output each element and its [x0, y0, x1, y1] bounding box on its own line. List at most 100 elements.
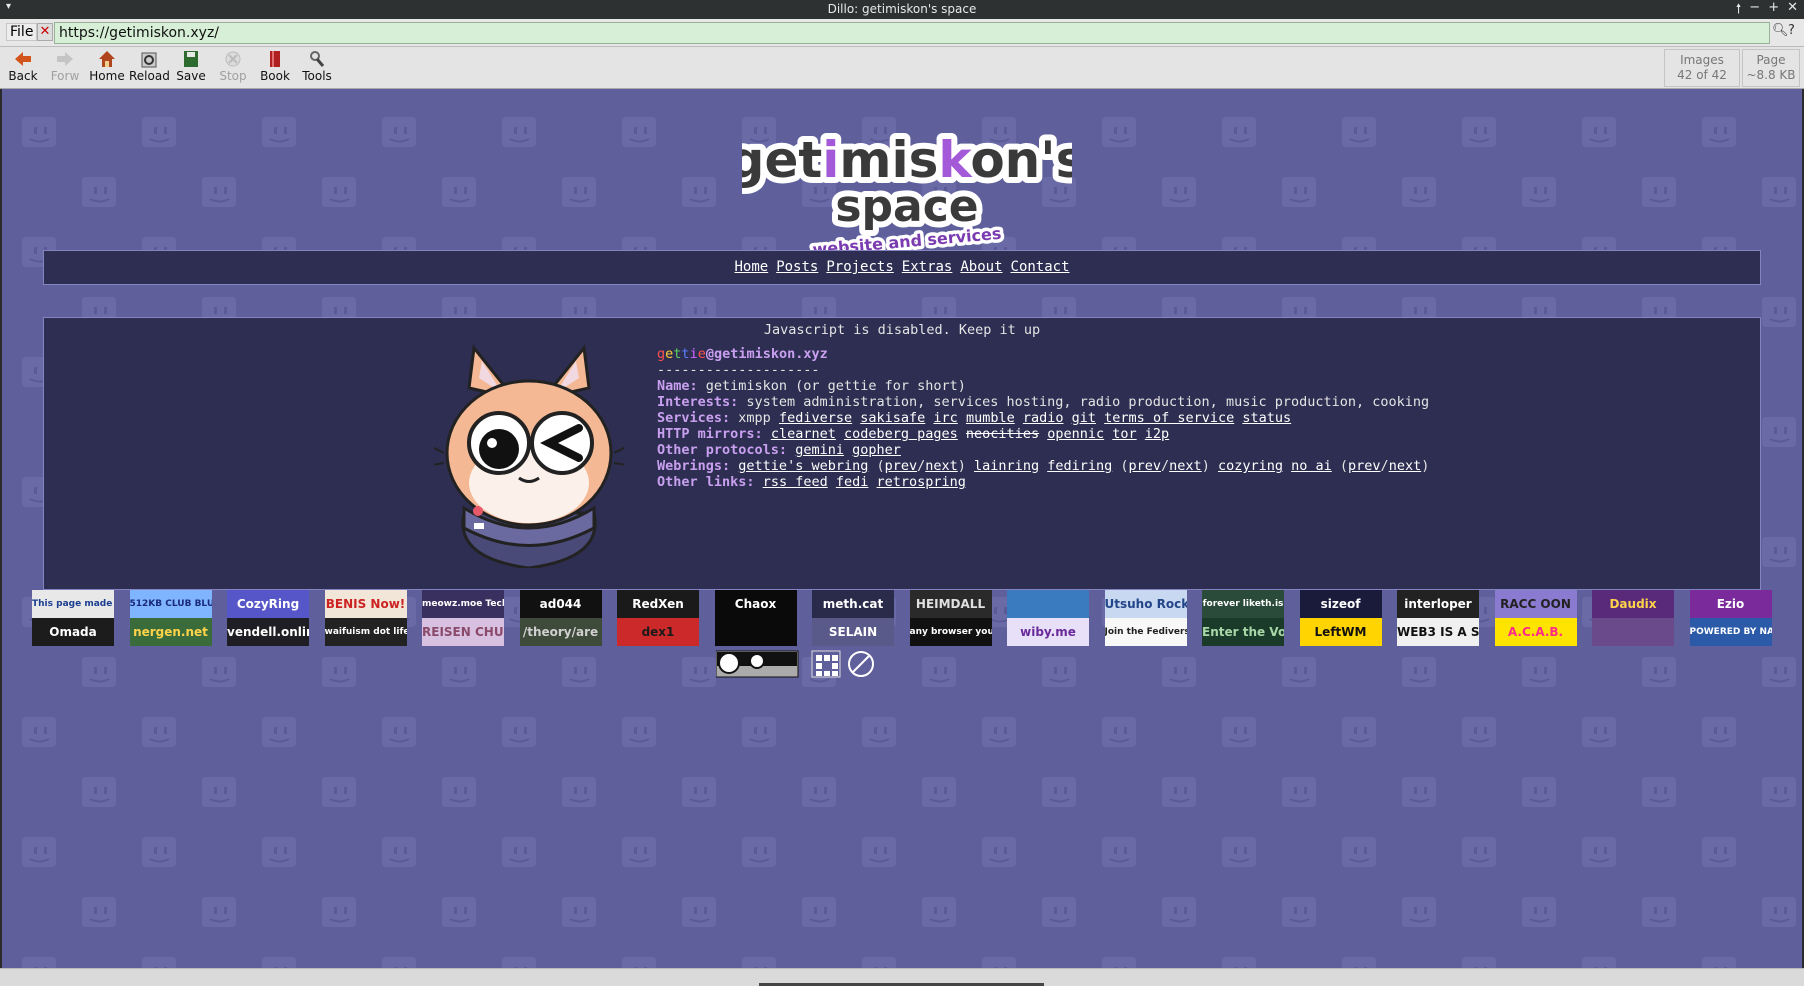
button-badge[interactable]: wiby.me — [1007, 590, 1089, 646]
service-link[interactable]: git — [1072, 410, 1096, 426]
bookmarks-button[interactable]: Book — [255, 49, 295, 87]
anti-symbol-badge[interactable] — [848, 651, 874, 677]
webring-link[interactable]: cozyring — [1218, 458, 1283, 474]
badge-bottom[interactable]: waifuism dot life — [324, 618, 407, 646]
badge-top[interactable]: forever liketh.is — [1202, 590, 1284, 618]
webring-link[interactable]: lainring — [974, 458, 1039, 474]
badge-bottom[interactable]: LeftWM — [1299, 618, 1382, 646]
nav-posts-link[interactable]: Posts — [776, 259, 818, 275]
search-icon[interactable]: 🔍︎ — [1772, 23, 1789, 41]
webring-next-link[interactable]: next — [925, 458, 958, 474]
protocol-link[interactable]: gemini — [795, 442, 844, 458]
badge-top[interactable]: 512KB CLUB BLUE TEAM — [129, 590, 212, 618]
service-link[interactable]: sakisafe — [860, 410, 925, 426]
badge-top[interactable]: Utsuho Rocks — [1104, 590, 1187, 618]
badge-top[interactable]: RedXen — [617, 590, 699, 618]
protocol-link[interactable]: gopher — [852, 442, 901, 458]
back-button[interactable]: Back — [3, 49, 43, 87]
service-link[interactable]: irc — [933, 410, 957, 426]
forward-button[interactable]: Forw — [45, 49, 85, 87]
badge-top[interactable]: Ezio — [1689, 590, 1772, 618]
button-badge[interactable]: This page made with GNU EmacsOmada — [32, 590, 114, 646]
webring-link[interactable]: gettie's webring — [738, 458, 868, 474]
button-badge[interactable]: RACC OON A.C.A.B. — [1494, 590, 1577, 646]
mirror-link[interactable]: neocities — [966, 426, 1039, 442]
badge-top[interactable]: RACC OON — [1494, 590, 1577, 618]
button-badge[interactable]: HEIMDALLany browser you like — [909, 590, 992, 646]
badge-top[interactable]: meth.cat — [812, 590, 894, 618]
badge-top[interactable]: ad044 — [519, 590, 602, 618]
button-badge[interactable]: RedXen dex1 — [617, 590, 699, 646]
button-badge[interactable]: meth.cat SELAIN — [812, 590, 894, 646]
badge-bottom[interactable]: any browser you like — [909, 618, 992, 646]
button-badge[interactable]: forever liketh.isEnter the Void — [1202, 590, 1284, 646]
badge-bottom[interactable]: dex1 — [617, 618, 699, 646]
badge-top[interactable]: Daudix — [1592, 590, 1674, 618]
button-badge[interactable]: Daudix — [1592, 590, 1674, 646]
badge-bottom[interactable]: A.C.A.B. — [1494, 618, 1577, 646]
file-menu[interactable]: File — [6, 23, 38, 41]
webring-next-link[interactable]: next — [1169, 458, 1202, 474]
badge-top[interactable]: Chaox — [714, 590, 797, 618]
button-badge[interactable]: BENIS Now! waifuism dot life — [324, 590, 407, 646]
badge-top[interactable]: HEIMDALL — [909, 590, 992, 618]
badge-bottom[interactable]: POWERED BY NAVI — [1689, 618, 1772, 646]
button-badge[interactable]: EzioPOWERED BY NAVI — [1689, 590, 1772, 646]
badge-bottom[interactable]: Join the Fediverse!! — [1104, 618, 1187, 646]
nav-about-link[interactable]: About — [960, 259, 1002, 275]
badge-bottom[interactable]: vendell.online — [227, 618, 309, 646]
badge-bottom[interactable]: Omada — [32, 618, 114, 646]
reload-button[interactable]: Reload — [129, 49, 170, 87]
webring-prev-link[interactable]: prev — [885, 458, 918, 474]
site-logo[interactable]: getimiskon's getimiskon's space space we… — [723, 125, 1092, 263]
other-link[interactable]: retrospring — [877, 474, 966, 490]
badge-bottom[interactable]: nergen.net — [129, 618, 212, 646]
mirror-link[interactable]: tor — [1112, 426, 1136, 442]
service-link[interactable]: radio — [1023, 410, 1064, 426]
webring-prev-link[interactable]: prev — [1348, 458, 1381, 474]
badge-top[interactable]: meowz.moe Tech & Waifus — [422, 590, 504, 618]
url-input[interactable] — [54, 22, 1770, 44]
service-link[interactable]: mumble — [966, 410, 1015, 426]
badge-bottom[interactable]: REISEN CHURCH — [422, 618, 504, 646]
service-link[interactable]: status — [1242, 410, 1291, 426]
grid-badge[interactable] — [811, 650, 841, 678]
webring-link[interactable]: fediring — [1047, 458, 1112, 474]
badge-top[interactable]: sizeof — [1299, 590, 1382, 618]
badge-bottom[interactable] — [714, 618, 797, 646]
help-icon[interactable]: ? — [1788, 23, 1802, 41]
badge-top[interactable] — [1007, 590, 1089, 618]
button-badge[interactable]: Utsuho RocksJoin the Fediverse!! — [1104, 590, 1187, 646]
service-link[interactable]: fediverse — [779, 410, 852, 426]
badge-top[interactable]: BENIS Now! — [324, 590, 407, 618]
cc-by-badge[interactable] — [716, 650, 799, 678]
badge-top[interactable]: interloper — [1397, 590, 1479, 618]
badge-top[interactable]: CozyRing — [227, 590, 309, 618]
badge-bottom[interactable]: WEB3 IS A SCAM — [1397, 618, 1479, 646]
badge-bottom[interactable]: /theory/are — [519, 618, 602, 646]
button-badge[interactable]: meowz.moe Tech & WaifusREISEN CHURCH — [422, 590, 504, 646]
clear-url-icon[interactable]: ✕ — [37, 23, 53, 41]
other-link[interactable]: fedi — [836, 474, 869, 490]
button-badge[interactable]: sizeof LeftWM — [1299, 590, 1382, 646]
mirror-link[interactable]: codeberg pages — [844, 426, 958, 442]
home-button[interactable]: Home — [87, 49, 127, 87]
button-badge[interactable]: 512KB CLUB BLUE TEAMnergen.net — [129, 590, 212, 646]
badge-bottom[interactable]: wiby.me — [1007, 618, 1089, 646]
webring-next-link[interactable]: next — [1389, 458, 1422, 474]
mirror-link[interactable]: clearnet — [771, 426, 836, 442]
badge-bottom[interactable]: SELAIN — [812, 618, 894, 646]
button-badge[interactable]: interloperWEB3 IS A SCAM — [1397, 590, 1479, 646]
mirror-link[interactable]: opennic — [1047, 426, 1104, 442]
button-badge[interactable]: ad044/theory/are — [519, 590, 602, 646]
save-button[interactable]: Save — [171, 49, 211, 87]
page-viewport[interactable]: getimiskon's getimiskon's space space we… — [2, 89, 1802, 968]
badge-top[interactable]: This page made with GNU Emacs — [32, 590, 114, 618]
other-link[interactable]: rss feed — [763, 474, 828, 490]
nav-contact-link[interactable]: Contact — [1011, 259, 1070, 275]
nav-projects-link[interactable]: Projects — [826, 259, 893, 275]
badge-bottom[interactable]: Enter the Void — [1202, 618, 1284, 646]
mirror-link[interactable]: i2p — [1145, 426, 1169, 442]
stop-button[interactable]: Stop — [213, 49, 253, 87]
badge-bottom[interactable] — [1592, 618, 1674, 646]
